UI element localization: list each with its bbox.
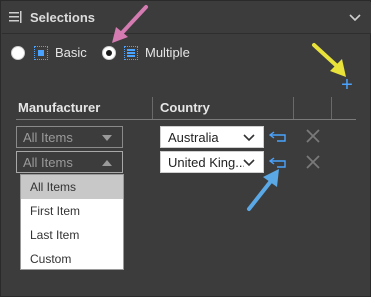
multiple-mode-icon (124, 46, 138, 60)
hamburger-icon[interactable] (9, 11, 23, 25)
close-x-icon[interactable] (306, 129, 320, 143)
dropdown-option[interactable]: Last Item (21, 223, 123, 247)
multiple-radio[interactable] (102, 46, 116, 60)
header-rule (16, 119, 356, 120)
column-header-country: Country (160, 100, 210, 115)
column-header-manufacturer: Manufacturer (18, 100, 101, 115)
undo-arrow-icon[interactable] (269, 131, 287, 143)
panel-title: Selections (30, 10, 96, 25)
basic-mode-icon (34, 46, 48, 60)
column-divider (331, 97, 332, 119)
chevron-down-icon[interactable] (349, 13, 361, 23)
selections-panel: Selections Basic Multiple + Manufacturer… (0, 0, 371, 297)
blue-annotation-arrow (247, 169, 279, 211)
panel-header: Selections (2, 2, 371, 34)
manufacturer-value: All Items (23, 130, 73, 145)
plus-icon[interactable]: + (339, 75, 355, 95)
caret-down-icon (102, 135, 112, 141)
column-divider (152, 97, 153, 119)
dropdown-option[interactable]: All Items (21, 175, 123, 199)
manufacturer-value: All Items (23, 155, 73, 170)
country-select-row-1[interactable]: Australia (160, 126, 264, 148)
caret-up-icon (102, 160, 112, 166)
pink-annotation-arrow (112, 5, 148, 43)
basic-radio[interactable] (11, 46, 25, 60)
column-divider (293, 97, 294, 119)
country-value: United King... (168, 155, 244, 170)
chevron-down-icon (243, 134, 255, 142)
manufacturer-dropdown-list: All Items First Item Last Item Custom (20, 174, 124, 270)
manufacturer-combo-row-2[interactable]: All Items (16, 151, 123, 173)
dropdown-option[interactable]: First Item (21, 199, 123, 223)
manufacturer-combo-row-1[interactable]: All Items (16, 126, 123, 148)
basic-label[interactable]: Basic (55, 45, 87, 60)
country-value: Australia (168, 130, 219, 145)
dropdown-option[interactable]: Custom (21, 247, 123, 271)
close-x-icon[interactable] (306, 155, 320, 169)
multiple-label[interactable]: Multiple (145, 45, 190, 60)
